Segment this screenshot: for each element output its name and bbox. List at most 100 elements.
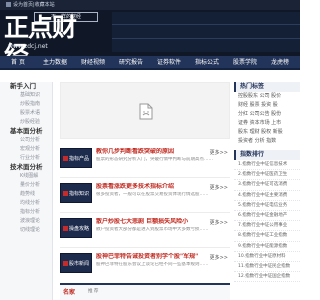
authors-title[interactable]: 名家 [63,287,75,296]
sidebar-link[interactable]: 股票术语 [4,109,52,118]
thumbnail-icon [62,261,68,266]
news-thumbnail[interactable]: 指标产品 [60,148,92,168]
featured-image[interactable] [60,82,230,139]
header-banner [112,12,300,52]
site-logo[interactable]: 不一样的财经 正点财经 www.zdcj.net [4,12,100,70]
sidebar-link[interactable]: 量价分析 [4,181,52,190]
news-divider [60,247,230,248]
news-more-link[interactable]: 更多>> [210,184,228,191]
logo-title-left: 正点 [4,13,53,42]
news-description: 散户投资者大部分都是进入到股票市场中大多数亏损…… [96,227,209,232]
thumbnail-label: 操盘攻略 [68,226,89,232]
sidebar-link[interactable]: 宏观分析 [4,145,52,154]
news-item[interactable]: 指标知识 股票看涨跌更多技术指标介绍 很多投资者，一般可以在股票交易投资体现行情… [60,183,230,211]
nav-item-reports[interactable]: 研究报告 [116,56,146,70]
ranking-item[interactable]: 5.指数行业中证电信业务 [234,201,300,212]
news-more-link[interactable]: 更多>> [210,149,228,156]
sidebar-link[interactable]: 趋势线 [4,190,52,199]
ranking-item[interactable]: 12.指数行业中证国企指数 [234,272,300,283]
tag-row[interactable]: 证券 资本市场 上市 [234,119,300,128]
left-sidebar: 新手入门 基础知识 炒股指南 股票术语 炒股经验 基本面分析 公司分析 宏观分析… [0,82,53,300]
sidebar-link[interactable]: 行业分析 [4,154,52,163]
news-more-link[interactable]: 更多>> [210,219,228,226]
ranking-item[interactable]: 10.指数行业中证原材料 [234,252,300,263]
banner-divider [112,38,300,39]
news-divider [60,177,230,178]
news-thumbnail[interactable]: 股市新闻 [60,253,92,273]
news-title[interactable]: 股神巴菲特告诫投资者别学个股"军规" [96,253,226,261]
broken-image-icon [139,103,153,120]
banner-divider [112,24,300,25]
home-icon [6,2,11,7]
ranking-item[interactable]: 4.指数行业中证主要消费 [234,191,300,201]
sidebar-link[interactable]: 切线理论 [4,226,52,235]
sidebar-section: 技术面分析 K线图解 量价分析 趋势线 均线分析 指标分析 波浪理论 切线理论 [0,163,52,235]
nav-item-main-data[interactable]: 主力数据 [40,56,70,70]
home-link-label: 设为首页|收藏本站 [13,2,55,8]
sidebar-link[interactable]: 炒股经验 [4,118,52,127]
news-item[interactable]: 股市新闻 股神巴菲特告诫投资者别学个股"军规" 股神巴菲特在股东会议上谈论已经不… [60,253,230,281]
ranking-title: 指数排行 [240,151,265,158]
sidebar-section: 新手入门 基础知识 炒股指南 股票术语 炒股经验 [0,82,52,127]
authors-subtitle: 推 荐 [88,289,99,294]
sidebar-link[interactable]: 基础知识 [4,91,52,100]
thumbnail-label: 指标产品 [68,156,89,162]
ranking-item[interactable]: 11.指数行业中证民企指数 [234,262,300,273]
authors-section-header: 名家 推 荐 [60,283,230,300]
sidebar-link[interactable]: K线图解 [4,172,52,181]
hot-tags-title: 热门标签 [240,83,265,90]
news-description: 很多投资者，一般可以在股票交易投资体现行情选股…… [96,192,209,197]
news-title[interactable]: 散户炒股七大悲剧 巨额损失风险小 [96,218,226,226]
tag-row[interactable]: 分红 公司公告 股份 [234,110,300,119]
ranking-item[interactable]: 6.指数行业中证金融地产 [234,211,300,222]
sidebar-link[interactable]: 公司分析 [4,136,52,145]
right-column: 热门标签 控股股东 公司 股价 财经 股票 投资 股 分红 公司公告 股份 证券… [234,82,300,300]
site-header: 不一样的财经 正点财经 www.zdcj.net [0,10,300,70]
thumbnail-icon [62,156,68,161]
nav-item-dragon-tiger[interactable]: 龙虎榜 [266,56,294,70]
ranking-item[interactable]: 9.指数行业中证能源指数 [234,242,300,252]
news-item[interactable]: 操盘攻略 散户炒股七大悲剧 巨额损失风险小 散户投资者大部分都是进入到股票市场中… [60,218,230,246]
main-content: 指标产品 教你几步判断看跌突破的原因 股票的形态研究分析入门，突破行情中判断与前… [60,82,230,300]
news-more-link[interactable]: 更多>> [210,254,228,261]
tag-row[interactable]: 股东 理财 股权 新股 [234,128,300,137]
ranking-item[interactable]: 3.指数行业中证可选消费 [234,180,300,191]
ranking-header: 指数排行 [234,150,300,160]
thumbnail-icon [62,191,68,196]
tag-row[interactable]: 财经 股票 投资 股 [234,101,300,110]
nav-item-home[interactable]: 首 页 [4,56,32,70]
nav-item-video[interactable]: 财经视频 [78,56,108,70]
sidebar-section: 基本面分析 公司分析 宏观分析 行业分析 [0,127,52,163]
nav-item-formulas[interactable]: 指标公式 [192,56,222,70]
sidebar-heading[interactable]: 基本面分析 [4,127,52,136]
top-strip: 设为首页|收藏本站 [0,0,300,10]
nav-item-academy[interactable]: 股票学院 [230,56,260,70]
news-divider [60,212,230,213]
news-thumbnail[interactable]: 操盘攻略 [60,218,92,238]
main-nav: 首 页 主力数据 财经视频 研究报告 证券软件 指标公式 股票学院 龙虎榜 [0,56,300,70]
nav-item-software[interactable]: 证券软件 [154,56,184,70]
news-thumbnail[interactable]: 指标知识 [60,183,92,203]
sidebar-link[interactable]: 指标分析 [4,208,52,217]
thumbnail-icon [62,226,68,231]
ranking-item[interactable]: 1.指数行业中证信息技术 [234,160,300,171]
home-link[interactable]: 设为首页|收藏本站 [6,2,55,8]
sidebar-link[interactable]: 均线分析 [4,199,52,208]
news-description: 股票的形态研究分析入门，突破行情中判断与前期高点…… [96,157,213,162]
ranking-item[interactable]: 2.指数行业中证医药卫生 [234,170,300,181]
hot-tags-header: 热门标签 [234,82,300,92]
sidebar-heading[interactable]: 技术面分析 [4,163,52,172]
news-title[interactable]: 教你几步判断看跌突破的原因 [96,148,226,156]
news-item[interactable]: 指标产品 教你几步判断看跌突破的原因 股票的形态研究分析入门，突破行情中判断与前… [60,148,230,176]
tag-row[interactable]: 控股股东 公司 股价 [234,92,300,101]
thumbnail-label: 股市新闻 [68,261,89,267]
sidebar-link[interactable]: 波浪理论 [4,217,52,226]
ranking-item[interactable]: 7.指数行业中证公用事业 [234,221,300,232]
thumbnail-label: 指标知识 [68,191,89,197]
sidebar-link[interactable]: 炒股指南 [4,100,52,109]
logo-url: www.zdcj.net [8,43,48,50]
sidebar-heading[interactable]: 新手入门 [4,82,52,91]
ranking-item[interactable]: 8.指数行业中证工业指数 [234,231,300,242]
news-title[interactable]: 股票看涨跌更多技术指标介绍 [96,183,226,191]
tag-row[interactable]: 投资者 分析 指数 [234,137,300,146]
